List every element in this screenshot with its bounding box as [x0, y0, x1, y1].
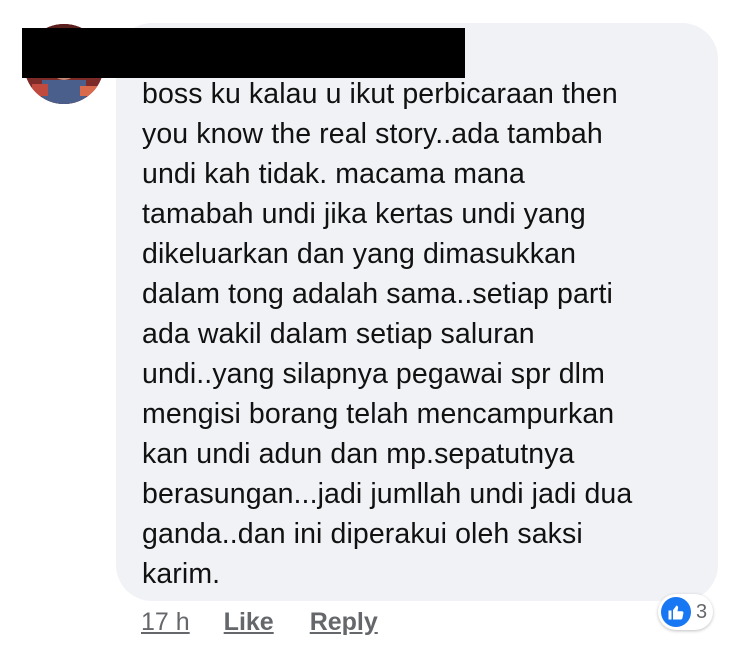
- comment-actions: 17 h Like Reply: [141, 604, 414, 640]
- comment-line: kan undi adun dan mp.sepatutnya: [142, 438, 575, 470]
- author-name-redaction: [22, 28, 465, 78]
- reaction-summary[interactable]: 3: [658, 594, 714, 630]
- reply-button[interactable]: Reply: [310, 608, 378, 637]
- comment-line: mengisi borang telah mencampurkan: [142, 398, 615, 430]
- comment-line: you know the real story..ada tambah: [142, 118, 603, 150]
- comment-line: tamabah undi jika kertas undi yang: [142, 198, 586, 230]
- comment-line: ada wakil dalam setiap saluran: [142, 318, 535, 350]
- comment-line: undi..yang silapnya pegawai spr dlm: [142, 358, 605, 390]
- comment-line: undi kah tidak. macama mana: [142, 158, 525, 190]
- comment-line: berasungan...jadi jumllah undi jadi dua: [142, 478, 633, 510]
- comment-line: ganda..dan ini diperakui oleh saksi: [142, 518, 583, 550]
- like-icon: [661, 597, 691, 627]
- comment-line: dikeluarkan dan yang dimasukkan: [142, 238, 577, 270]
- timestamp-link[interactable]: 17 h: [141, 608, 190, 637]
- comment-line: boss ku kalau u ikut perbicaraan then: [142, 78, 618, 110]
- like-button[interactable]: Like: [224, 608, 274, 637]
- comment-line: dalam tong adalah sama..setiap parti: [142, 278, 613, 310]
- comment-text: boss ku kalau u ikut perbicaraan then yo…: [142, 74, 702, 594]
- reaction-count: 3: [696, 600, 708, 623]
- comment-line: karim.: [142, 558, 221, 590]
